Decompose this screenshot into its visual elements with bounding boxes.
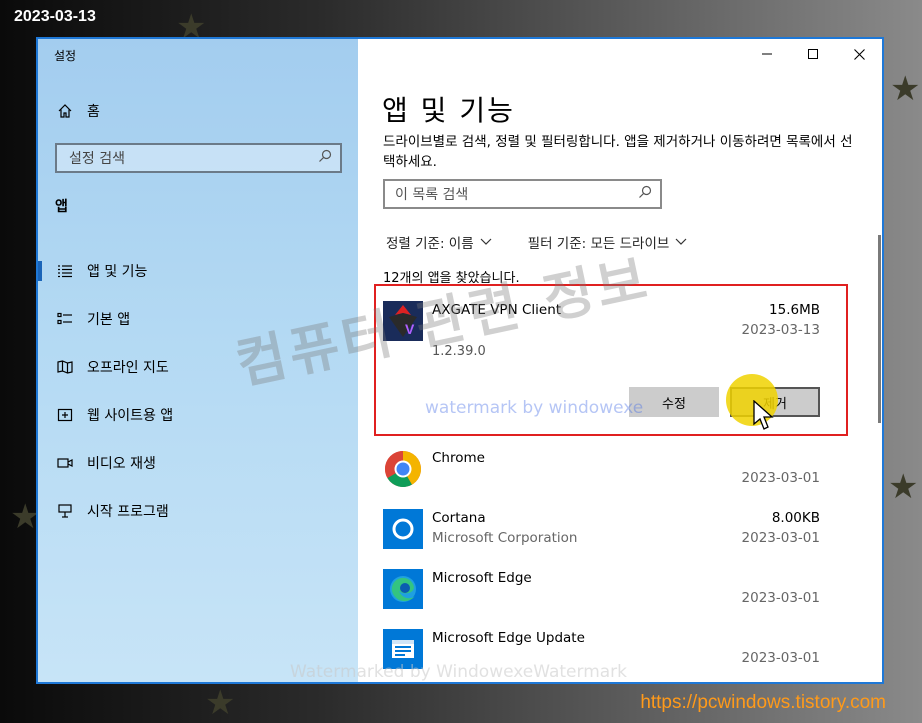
offline-maps-icon [56, 358, 74, 376]
sidebar-item-label: 웹 사이트용 앱 [87, 408, 174, 424]
app-name: Microsoft Edge Update [432, 630, 585, 646]
minimize-button[interactable] [744, 39, 790, 69]
app-name: Microsoft Edge [432, 570, 532, 586]
apps-features-icon [56, 262, 74, 280]
sidebar-item-apps-features[interactable]: 앱 및 기능 [38, 247, 358, 295]
mouse-cursor-icon [753, 399, 775, 436]
home-label: 홈 [87, 104, 100, 120]
page-title: 앱 및 기능 [382, 94, 515, 127]
maximize-button[interactable] [790, 39, 836, 69]
page-description: 드라이브별로 검색, 정렬 및 필터링합니다. 앱을 제거하거나 이동하려면 목… [383, 134, 853, 170]
app-size: 8.00KB [771, 510, 820, 526]
watermark-text: Watermarked by WindowexeWatermark [290, 662, 628, 682]
uninstall-button[interactable]: 제거 [730, 387, 820, 417]
sort-dropdown[interactable]: 정렬 기준: 이름 [386, 232, 492, 252]
scrollbar[interactable] [878, 235, 881, 423]
default-apps-icon [56, 310, 74, 328]
star-decoration: ★ [890, 69, 921, 109]
app-date: 2023-03-01 [741, 470, 820, 486]
sidebar-home[interactable]: 홈 [56, 101, 100, 121]
sidebar-section-title: 앱 [55, 199, 68, 215]
app-search-placeholder: 이 목록 검색 [395, 187, 469, 203]
app-actions: 수정 제거 [629, 387, 820, 417]
app-date: 2023-03-01 [741, 530, 820, 546]
app-name: Cortana [432, 510, 486, 526]
app-row-cortana[interactable]: Cortana Microsoft Corporation 8.00KB 202… [380, 497, 825, 557]
app-row-edge[interactable]: Microsoft Edge 2023-03-01 [380, 557, 825, 617]
app-date: 2023-03-01 [741, 650, 820, 666]
app-list-search-input[interactable]: 이 목록 검색 [383, 179, 662, 209]
star-decoration: ★ [205, 683, 236, 723]
close-button[interactable] [836, 39, 882, 69]
app-size: 15.6MB [769, 302, 820, 318]
settings-search-input[interactable]: 설정 검색 [55, 143, 342, 173]
sidebar-item-label: 기본 앱 [87, 312, 131, 328]
app-date: 2023-03-13 [741, 322, 820, 338]
window-controls [744, 39, 882, 69]
startup-icon [56, 502, 74, 520]
app-date: 2023-03-01 [741, 590, 820, 606]
window-title: 설정 [54, 49, 77, 63]
app-publisher: Microsoft Corporation [432, 530, 578, 546]
sidebar-item-video-playback[interactable]: 비디오 재생 [38, 439, 358, 487]
date-stamp: 2023-03-13 [14, 8, 96, 25]
sidebar-item-startup[interactable]: 시작 프로그램 [38, 487, 358, 535]
sidebar-item-label: 비디오 재생 [87, 456, 156, 472]
sidebar-item-label: 앱 및 기능 [87, 264, 148, 280]
star-decoration: ★ [888, 467, 919, 507]
main-content: 앱 및 기능 드라이브별로 검색, 정렬 및 필터링합니다. 앱을 제거하거나 … [358, 39, 882, 682]
sort-filter-row: 정렬 기준: 이름 필터 기준: 모든 드라이브 [386, 232, 723, 252]
source-url: https://pcwindows.tistory.com [640, 692, 886, 713]
sidebar-item-apps-for-websites[interactable]: 웹 사이트용 앱 [38, 391, 358, 439]
chrome-icon [383, 449, 423, 489]
sort-label: 정렬 기준: 이름 [386, 236, 474, 252]
cortana-icon [383, 509, 423, 549]
sidebar-item-label: 오프라인 지도 [87, 360, 169, 376]
apps-for-websites-icon [56, 406, 74, 424]
app-name: Chrome [432, 450, 485, 466]
sidebar-item-label: 시작 프로그램 [87, 504, 169, 520]
sidebar-nav: 앱 및 기능 기본 앱 오프라인 지도 웹 사이트용 앱 비디오 재생 시작 프… [38, 247, 358, 535]
app-row-chrome[interactable]: Chrome 2023-03-01 [380, 437, 825, 497]
search-icon [318, 149, 332, 167]
settings-search-placeholder: 설정 검색 [69, 151, 125, 167]
chevron-down-icon [675, 234, 687, 250]
search-icon [638, 185, 652, 203]
watermark-text: watermark by windowexe [425, 398, 644, 418]
home-icon [56, 102, 74, 120]
chevron-down-icon [480, 234, 492, 250]
video-playback-icon [56, 454, 74, 472]
settings-window: 설정 홈 설정 검색 앱 앱 및 기능 기본 앱 오프라인 지도 웹 사이트용 … [36, 37, 884, 684]
edge-icon [383, 569, 423, 609]
